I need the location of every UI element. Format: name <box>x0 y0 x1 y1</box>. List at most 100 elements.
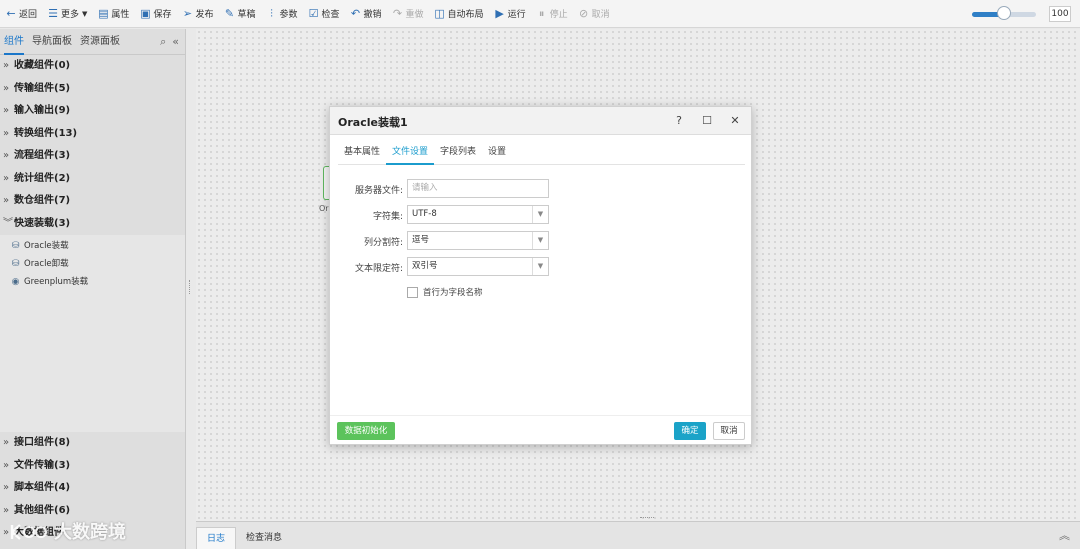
data-init-button[interactable]: 数据初始化 <box>337 422 395 440</box>
charset-label: 字符集: <box>372 212 403 222</box>
tab-field-list[interactable]: 字段列表 <box>434 143 482 165</box>
server-file-input[interactable]: 请输入 <box>407 179 549 198</box>
greenplum-icon: ◉ <box>11 276 20 287</box>
group-io[interactable]: » 输入输出(9) <box>0 100 185 123</box>
draft-icon: ✎ <box>224 6 235 20</box>
zoom-knob[interactable] <box>997 6 1011 20</box>
chevron-right-icon: » <box>3 150 10 161</box>
database-icon: ⛁ <box>11 240 20 251</box>
delimiter-select[interactable]: 逗号 ▼ <box>407 231 549 250</box>
draft-button[interactable]: ✎ 草稿 <box>218 0 260 28</box>
tab-log[interactable]: 日志 <box>196 527 237 549</box>
params-icon: ⫶ <box>270 6 273 20</box>
panel-splitter[interactable] <box>189 280 192 294</box>
help-icon[interactable]: ? <box>671 113 687 129</box>
properties-icon: ▤ <box>98 6 109 20</box>
group-interface[interactable]: » 接口组件(8) <box>0 432 185 455</box>
chevron-right-icon: » <box>3 127 10 139</box>
tab-components[interactable]: 组件 <box>4 29 24 55</box>
bottom-bar: 日志 检查消息 ︽ <box>196 521 1080 549</box>
list-item-greenplum-load[interactable]: ◉ Greenplum装载 <box>0 273 185 291</box>
pause-button[interactable]: ⏸ 停止 <box>531 0 573 28</box>
properties-button[interactable]: ▤ 属性 <box>92 0 134 28</box>
fast-load-items: ⛁ Oracle装载 ⛁ Oracle卸载 ◉ Greenplum装载 <box>0 235 185 432</box>
list-item-oracle-unload[interactable]: ⛁ Oracle卸载 <box>0 255 185 273</box>
check-button[interactable]: ☑ 检查 <box>303 0 345 28</box>
tab-check-messages[interactable]: 检查消息 <box>236 527 292 549</box>
dropdown-arrow-icon: ▼ <box>532 232 548 249</box>
chevron-right-icon: » <box>3 172 10 184</box>
tab-resources[interactable]: 资源面板 <box>80 29 120 55</box>
zoom-value-field[interactable]: 100 <box>1049 6 1071 22</box>
watermark-text: 大数跨境 <box>54 522 126 543</box>
hamburger-icon: ☰ <box>48 6 58 20</box>
dropdown-arrow-icon: ▼ <box>532 206 548 223</box>
publish-button[interactable]: ➢ 发布 <box>176 0 218 28</box>
chevron-right-icon: » <box>3 437 10 448</box>
panel-tabs: 组件 导航面板 资源面板 ⌕ « <box>0 29 185 55</box>
group-transfer[interactable]: » 传输组件(5) <box>0 78 185 101</box>
tab-basic-properties[interactable]: 基本属性 <box>338 143 386 165</box>
undo-button[interactable]: ↶ 撤销 <box>345 0 387 28</box>
maximize-icon[interactable]: ☐ <box>699 113 715 129</box>
run-button[interactable]: ▶ 运行 <box>489 0 531 28</box>
component-panel: 组件 导航面板 资源面板 ⌕ « » 收藏组件(0) » 传输组件(5) » 输入输出… <box>0 29 186 549</box>
dropdown-arrow-icon: ▼ <box>532 258 548 275</box>
first-row-header-label: 首行为字段名称 <box>423 288 483 298</box>
group-warehouse[interactable]: » 数仓组件(7) <box>0 190 185 213</box>
save-button[interactable]: ▣ 保存 <box>134 0 176 28</box>
more-menu-button[interactable]: ☰ 更多 ▼ <box>42 0 92 28</box>
group-fast-load[interactable]: ︾快速装载(3) <box>0 213 185 236</box>
chevron-up-icon[interactable]: ︽ <box>1059 527 1070 543</box>
qualifier-select[interactable]: 双引号 ▼ <box>407 257 549 276</box>
cancel-button[interactable]: 取消 <box>713 422 745 440</box>
server-file-label: 服务器文件: <box>354 186 403 196</box>
chevron-right-icon: » <box>3 82 10 94</box>
canvas-node-label: Or <box>319 204 329 213</box>
redo-button[interactable]: ↷ 重做 <box>387 0 429 28</box>
group-flow[interactable]: » 流程组件(3) <box>0 145 185 168</box>
server-file-row: 服务器文件: 请输入 <box>330 179 753 199</box>
group-file-transfer[interactable]: » 文件传输(3) <box>0 455 185 478</box>
dialog-footer: 数据初始化 确定 取消 <box>330 415 751 445</box>
group-transform[interactable]: » 转换组件(13) <box>0 123 185 146</box>
undo-icon: ↶ <box>350 6 361 20</box>
tab-navigation[interactable]: 导航面板 <box>32 29 72 55</box>
collapse-panel-icon[interactable]: « <box>172 35 179 49</box>
list-item-oracle-load[interactable]: ⛁ Oracle装载 <box>0 237 185 255</box>
watermark-logo <box>10 524 47 540</box>
auto-layout-button[interactable]: ◫ 自动布局 <box>429 0 489 28</box>
params-button[interactable]: ⫶ 参数 <box>260 0 302 28</box>
group-favorites[interactable]: » 收藏组件(0) <box>0 55 185 78</box>
tab-settings[interactable]: 设置 <box>482 143 512 165</box>
delimiter-label: 列分割符: <box>363 238 403 248</box>
oracle-load-dialog: Oracle装载1 ? ☐ ✕ 基本属性 文件设置 字段列表 设置 服务器文件:… <box>329 106 752 445</box>
layout-icon: ◫ <box>434 6 445 20</box>
check-icon: ☑ <box>308 6 319 20</box>
qualifier-label: 文本限定符: <box>354 264 403 274</box>
dialog-header: Oracle装载1 ? ☐ ✕ <box>330 107 751 135</box>
back-button[interactable]: ← 返回 <box>0 0 42 28</box>
chevron-down-icon: ︾ <box>3 217 13 229</box>
first-row-header-checkbox[interactable] <box>407 286 418 298</box>
first-row-header-option[interactable]: 首行为字段名称 <box>407 286 483 298</box>
chevron-right-icon: » <box>3 105 10 116</box>
send-icon: ➢ <box>182 6 193 20</box>
toolbar: ← 返回 ☰ 更多 ▼ ▤ 属性 ▣ 保存 ➢ 发布 ✎ 草稿 ⫶ 参数 ☑ 检查 ↶ 撤销 ↷ 重做… <box>0 0 1080 28</box>
stop-button[interactable]: ⊘ 取消 <box>573 0 615 28</box>
chevron-right-icon: » <box>3 195 10 206</box>
tab-file-settings[interactable]: 文件设置 <box>386 143 435 165</box>
chevron-right-icon: » <box>3 459 10 471</box>
charset-select[interactable]: UTF-8 ▼ <box>407 205 549 224</box>
search-icon[interactable]: ⌕ <box>160 35 166 49</box>
qualifier-row: 文本限定符: 双引号 ▼ <box>330 257 753 277</box>
charset-row: 字符集: UTF-8 ▼ <box>330 205 753 225</box>
bottom-resize-handle[interactable] <box>640 517 654 520</box>
ok-button[interactable]: 确定 <box>674 422 706 440</box>
group-stats[interactable]: » 统计组件(2) <box>0 168 185 191</box>
close-icon[interactable]: ✕ <box>727 113 743 129</box>
group-script[interactable]: » 脚本组件(4) <box>0 477 185 500</box>
zoom-slider[interactable] <box>972 6 1036 20</box>
caret-down-icon: ▼ <box>82 9 88 18</box>
pause-icon: ⏸ <box>538 6 545 20</box>
